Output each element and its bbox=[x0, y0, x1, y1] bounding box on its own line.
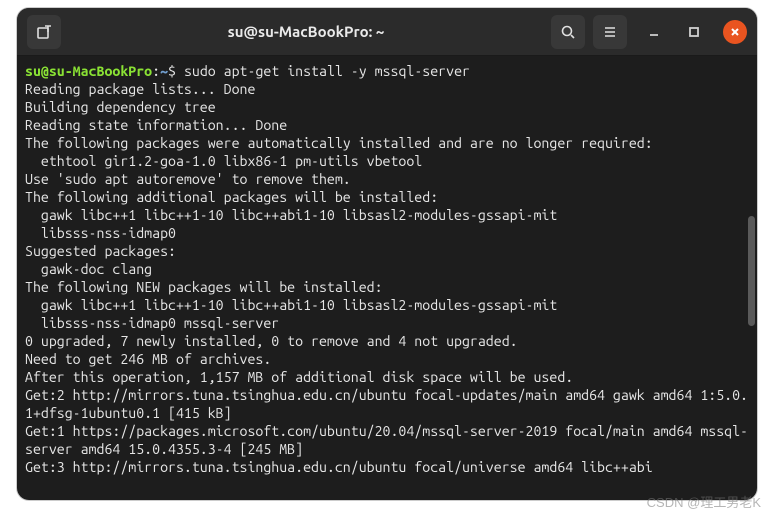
terminal-window: su@su-MacBookPro: ~ su@su-MacBookPro:~$ … bbox=[17, 8, 757, 500]
maximize-button[interactable] bbox=[683, 21, 705, 43]
prompt-path: ~ bbox=[160, 63, 168, 79]
menu-button[interactable] bbox=[593, 15, 627, 49]
minimize-button[interactable] bbox=[643, 21, 665, 43]
close-button[interactable] bbox=[723, 20, 747, 44]
search-button[interactable] bbox=[551, 15, 585, 49]
terminal-body[interactable]: su@su-MacBookPro:~$ sudo apt-get install… bbox=[17, 56, 757, 500]
terminal-output: su@su-MacBookPro:~$ sudo apt-get install… bbox=[25, 62, 749, 476]
new-tab-button[interactable] bbox=[27, 15, 61, 49]
prompt-user-host: su@su-MacBookPro bbox=[25, 63, 152, 79]
prompt-symbol: $ bbox=[168, 63, 176, 79]
scrollbar-thumb[interactable] bbox=[748, 216, 755, 326]
titlebar: su@su-MacBookPro: ~ bbox=[17, 8, 757, 56]
window-title: su@su-MacBookPro: ~ bbox=[69, 23, 543, 40]
output-lines: Reading package lists... Done Building d… bbox=[25, 81, 748, 475]
window-controls bbox=[643, 20, 747, 44]
command-text: sudo apt-get install -y mssql-server bbox=[184, 63, 470, 79]
